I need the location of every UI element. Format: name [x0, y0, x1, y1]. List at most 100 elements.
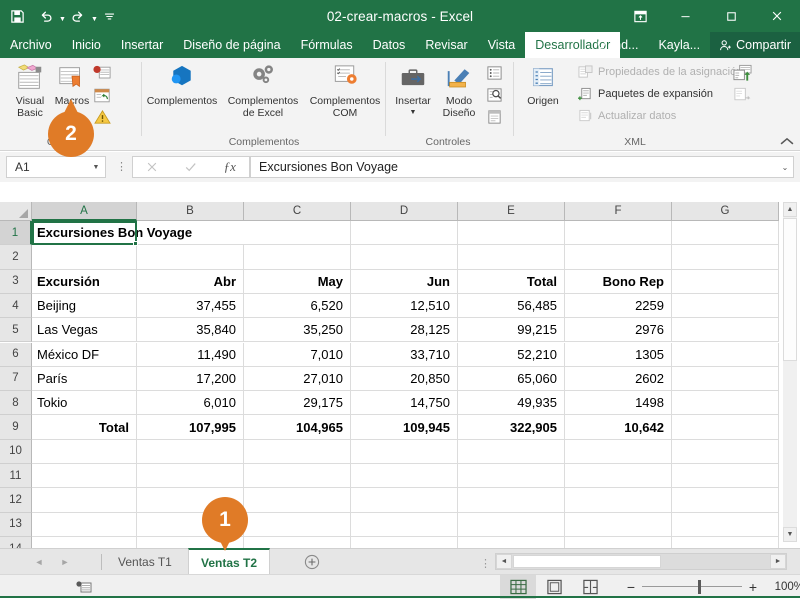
- horizontal-scroll-thumb[interactable]: [513, 555, 661, 568]
- ribbon-display-options-icon[interactable]: [618, 0, 662, 32]
- cell-B3[interactable]: Abr: [137, 269, 244, 294]
- tab-archivo[interactable]: Archivo: [0, 32, 62, 58]
- tab-datos[interactable]: Datos: [363, 32, 416, 58]
- vertical-scrollbar[interactable]: ▲ ▼: [783, 202, 797, 542]
- cell-B5[interactable]: 35,840: [137, 318, 244, 343]
- cell-E9[interactable]: 322,905: [458, 415, 565, 440]
- cell-G8[interactable]: [672, 391, 779, 416]
- cell-C7[interactable]: 27,010: [244, 366, 351, 392]
- cell-A9[interactable]: Total: [32, 415, 137, 440]
- cell-F12[interactable]: [565, 488, 672, 513]
- cell-A7[interactable]: París: [32, 366, 137, 392]
- cell-A12[interactable]: [32, 488, 137, 513]
- insert-control-button[interactable]: Insertar ▼: [390, 61, 436, 119]
- collapse-ribbon-icon[interactable]: [780, 137, 794, 146]
- cell-C9[interactable]: 104,965: [244, 415, 351, 440]
- cell-B7[interactable]: 17,200: [137, 366, 244, 392]
- cell-G13[interactable]: [672, 512, 779, 537]
- cell-F3[interactable]: Bono Rep: [565, 269, 672, 294]
- addins-store-button[interactable]: Complementos: [142, 61, 222, 107]
- cell-C12[interactable]: [244, 488, 351, 513]
- cell-A2[interactable]: [32, 245, 137, 270]
- cell-B10[interactable]: [137, 439, 244, 464]
- sheet-nav-prev-icon[interactable]: ◄: [26, 557, 52, 567]
- column-header-g[interactable]: G: [672, 202, 779, 221]
- cell-D5[interactable]: 28,125: [351, 318, 458, 343]
- row-header-12[interactable]: 12: [0, 488, 32, 513]
- tell-me-box[interactable]: Ind...: [586, 32, 649, 58]
- cell-C5[interactable]: 35,250: [244, 318, 351, 343]
- row-header-8[interactable]: 8: [0, 391, 32, 416]
- row-header-2[interactable]: 2: [0, 245, 32, 270]
- cell-C6[interactable]: 7,010: [244, 342, 351, 367]
- cell-C8[interactable]: 29,175: [244, 391, 351, 416]
- cell-F2[interactable]: [565, 245, 672, 270]
- zoom-level[interactable]: 100%: [764, 581, 800, 593]
- cell-A11[interactable]: [32, 464, 137, 489]
- import-xml-icon[interactable]: [732, 63, 752, 83]
- column-header-f[interactable]: F: [565, 202, 672, 221]
- cell-E7[interactable]: 65,060: [458, 366, 565, 392]
- cell-C11[interactable]: [244, 464, 351, 489]
- scroll-down-icon[interactable]: ▼: [783, 527, 797, 542]
- cancel-formula-icon[interactable]: [146, 161, 158, 173]
- cell-A5[interactable]: Las Vegas: [32, 318, 137, 343]
- cell-G1[interactable]: [672, 221, 779, 246]
- com-addins-button[interactable]: Complementos COM: [304, 61, 386, 119]
- cell-D6[interactable]: 33,710: [351, 342, 458, 367]
- cell-G9[interactable]: [672, 415, 779, 440]
- zoom-out-button[interactable]: −: [620, 579, 642, 595]
- cell-G4[interactable]: [672, 293, 779, 319]
- tab-insertar[interactable]: Insertar: [111, 32, 173, 58]
- cell-F8[interactable]: 1498: [565, 391, 672, 416]
- row-header-5[interactable]: 5: [0, 318, 32, 343]
- name-box-dropdown-icon[interactable]: ▼: [87, 164, 105, 171]
- formula-bar-expand-icon[interactable]: ⌄: [777, 163, 793, 172]
- select-all-corner[interactable]: [0, 202, 32, 221]
- cell-D11[interactable]: [351, 464, 458, 489]
- relative-references-icon[interactable]: [92, 85, 112, 105]
- cell-G7[interactable]: [672, 366, 779, 392]
- cell-F10[interactable]: [565, 439, 672, 464]
- row-header-4[interactable]: 4: [0, 293, 32, 319]
- cell-D12[interactable]: [351, 488, 458, 513]
- cell-G5[interactable]: [672, 318, 779, 343]
- properties-icon[interactable]: [484, 63, 504, 83]
- tab-vista[interactable]: Vista: [478, 32, 526, 58]
- name-box[interactable]: A1 ▼: [6, 156, 106, 178]
- cell-A3[interactable]: Excursión: [32, 269, 137, 294]
- cell-F5[interactable]: 2976: [565, 318, 672, 343]
- cell-F1[interactable]: [565, 221, 672, 246]
- cell-F4[interactable]: 2259: [565, 293, 672, 319]
- design-mode-button[interactable]: Modo Diseño: [436, 61, 482, 119]
- cell-C10[interactable]: [244, 439, 351, 464]
- cell-G6[interactable]: [672, 342, 779, 367]
- cell-G10[interactable]: [672, 439, 779, 464]
- row-header-7[interactable]: 7: [0, 366, 32, 392]
- cell-G2[interactable]: [672, 245, 779, 270]
- cell-A1[interactable]: Excursiones Bon Voyage: [32, 221, 244, 246]
- xml-source-button[interactable]: Origen: [518, 61, 568, 107]
- enter-formula-icon[interactable]: [184, 161, 197, 173]
- cell-E10[interactable]: [458, 439, 565, 464]
- close-icon[interactable]: [754, 0, 800, 32]
- cell-C13[interactable]: [244, 512, 351, 537]
- zoom-in-button[interactable]: +: [742, 579, 764, 595]
- cell-D3[interactable]: Jun: [351, 269, 458, 294]
- cell-C2[interactable]: [244, 245, 351, 270]
- cell-G3[interactable]: [672, 269, 779, 294]
- restore-icon[interactable]: [708, 0, 754, 32]
- cell-G11[interactable]: [672, 464, 779, 489]
- record-macro-icon[interactable]: [92, 63, 112, 83]
- excel-addins-button[interactable]: Complementos de Excel: [222, 61, 304, 119]
- refresh-data-command[interactable]: Actualizar datos: [576, 108, 676, 124]
- cell-E11[interactable]: [458, 464, 565, 489]
- cell-A13[interactable]: [32, 512, 137, 537]
- column-header-e[interactable]: E: [458, 202, 565, 221]
- cell-E5[interactable]: 99,215: [458, 318, 565, 343]
- row-header-6[interactable]: 6: [0, 342, 32, 367]
- tab-inicio[interactable]: Inicio: [62, 32, 111, 58]
- row-header-1[interactable]: 1: [0, 221, 32, 246]
- cell-D2[interactable]: [351, 245, 458, 270]
- cell-F7[interactable]: 2602: [565, 366, 672, 392]
